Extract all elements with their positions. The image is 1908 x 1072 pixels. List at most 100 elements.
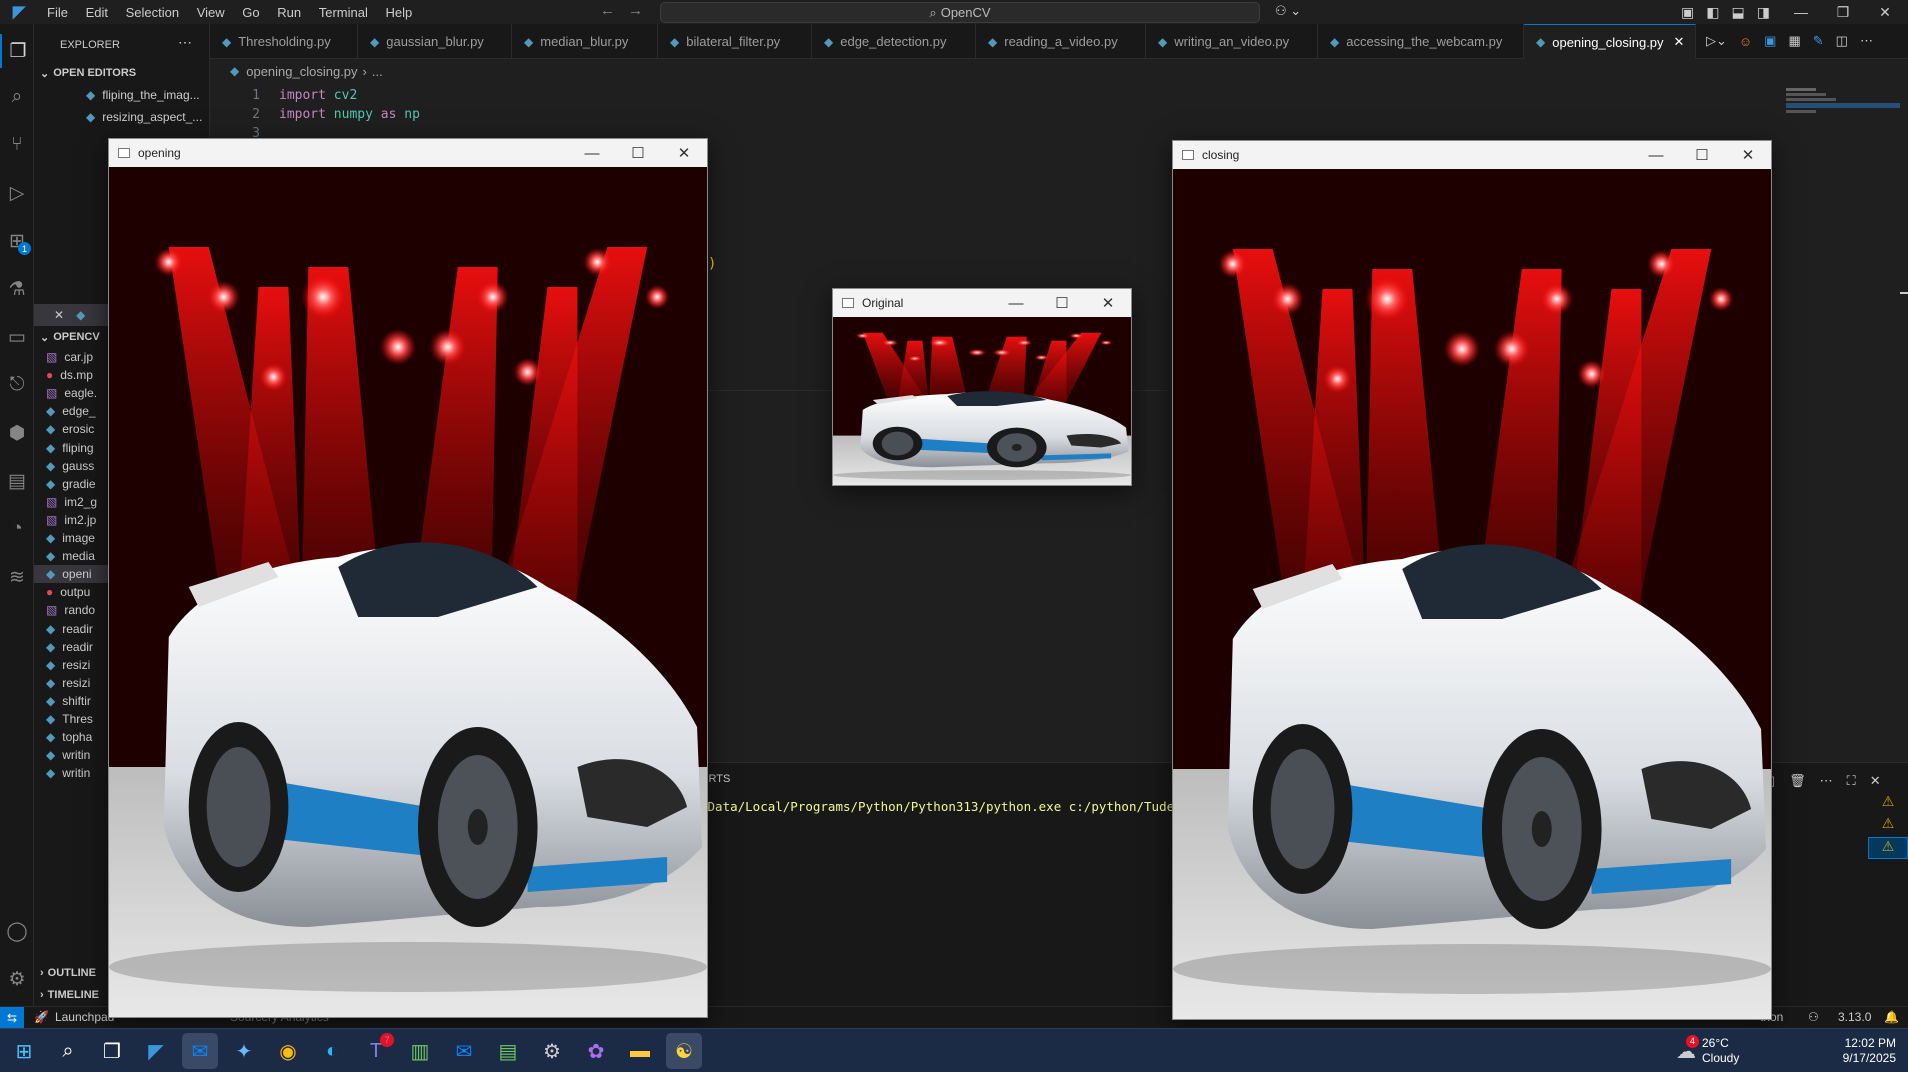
- sourcery-icon[interactable]: ☺: [1739, 34, 1752, 49]
- timeline-icon[interactable]: ◔: [0, 512, 34, 546]
- tab-median-blur[interactable]: ◆ median_blur.py: [512, 24, 658, 59]
- tab-accessing-the-webcam[interactable]: ◆ accessing_the_webcam.py: [1318, 24, 1524, 59]
- clock[interactable]: 12:02 PM 9/17/2025: [1810, 1036, 1896, 1066]
- extensions-icon[interactable]: ⊞ 1: [0, 224, 34, 258]
- panel-toggle-icon[interactable]: ⬓: [1731, 4, 1744, 21]
- source-control-icon[interactable]: ⑂: [0, 128, 34, 162]
- folder-icon[interactable]: ▭: [0, 320, 34, 354]
- copilot-taskbar-icon[interactable]: ✦: [226, 1033, 262, 1069]
- layers-icon[interactable]: ≋: [0, 560, 34, 594]
- breadcrumb-file[interactable]: opening_closing.py: [246, 64, 357, 79]
- close-editor-icon[interactable]: ✕: [54, 308, 64, 322]
- vscode-taskbar-icon[interactable]: ◤: [138, 1033, 174, 1069]
- launchpad-item[interactable]: 🚀 Launchpad: [34, 1010, 114, 1024]
- warning-icon[interactable]: ⚠: [1868, 815, 1908, 837]
- restore-icon[interactable]: ❐: [1822, 4, 1864, 21]
- tab-reading-a-video[interactable]: ◆ reading_a_video.py: [976, 24, 1146, 59]
- start-windows-icon[interactable]: ⊞: [6, 1033, 42, 1069]
- python-version[interactable]: 3.13.0: [1838, 1010, 1871, 1024]
- list-item[interactable]: ◆ fliping_the_imag...: [34, 84, 210, 106]
- account-icon[interactable]: ◯: [0, 914, 34, 948]
- warning-icon[interactable]: ⚠: [1868, 793, 1908, 815]
- notifications-icon[interactable]: 🔔: [1884, 1010, 1899, 1024]
- testing-icon[interactable]: ⚗: [0, 272, 34, 306]
- remote-desktop-icon[interactable]: ▤: [490, 1033, 526, 1069]
- code-line-1[interactable]: import cv2: [279, 86, 420, 105]
- layout-toggle-icon[interactable]: ▣: [1681, 4, 1694, 21]
- code-lines[interactable]: import cv2 import numpy as np: [279, 86, 420, 124]
- close-icon[interactable]: ✕: [1864, 4, 1906, 21]
- explorer-icon[interactable]: ❐: [0, 34, 34, 68]
- remote-icon[interactable]: ⇆: [0, 1007, 24, 1028]
- secondary-sidebar-toggle-icon[interactable]: ◨: [1757, 4, 1770, 21]
- code-line-2[interactable]: import numpy as np: [279, 105, 420, 124]
- file-explorer-icon[interactable]: ▬: [622, 1033, 658, 1069]
- menu-edit[interactable]: Edit: [86, 5, 108, 20]
- list-item[interactable]: ◆ resizing_aspect_...: [34, 106, 210, 128]
- tab-gaussian-blur[interactable]: ◆ gaussian_blur.py: [358, 24, 512, 59]
- minimize-icon[interactable]: —: [569, 145, 615, 162]
- settings-gear-icon[interactable]: ⚙: [0, 962, 34, 996]
- menu-go[interactable]: Go: [242, 5, 259, 20]
- opening-window[interactable]: opening — ☐ ✕: [108, 138, 708, 1018]
- breadcrumb-symbol[interactable]: ...: [372, 64, 383, 79]
- command-center-search[interactable]: ⌕ OpenCV: [660, 2, 1260, 23]
- chrome-icon[interactable]: ◉: [270, 1033, 306, 1069]
- minimap[interactable]: [1786, 86, 1900, 120]
- tab-writing-an-video[interactable]: ◆ writing_an_video.py: [1146, 24, 1318, 59]
- minimize-icon[interactable]: —: [1633, 147, 1679, 164]
- preview-icon[interactable]: ▣: [1764, 33, 1776, 49]
- run-file-icon[interactable]: ▷⌄: [1706, 33, 1727, 49]
- close-icon[interactable]: ✕: [1725, 146, 1771, 164]
- search-icon[interactable]: ⌕: [0, 80, 34, 114]
- task-view-icon[interactable]: ❐: [94, 1033, 130, 1069]
- outlook-icon[interactable]: ✉: [446, 1033, 482, 1069]
- nav-forward-icon[interactable]: →: [628, 2, 643, 19]
- original-window[interactable]: Original — ☐ ✕: [832, 288, 1132, 486]
- menu-view[interactable]: View: [197, 5, 225, 20]
- minimize-icon[interactable]: —: [1780, 4, 1822, 20]
- menu-terminal[interactable]: Terminal: [319, 5, 368, 20]
- notepad-icon[interactable]: ▥: [402, 1033, 438, 1069]
- search-icon[interactable]: ⌕: [50, 1033, 86, 1069]
- nav-back-icon[interactable]: ←: [600, 2, 615, 19]
- teams-icon[interactable]: T7: [358, 1033, 394, 1069]
- menu-selection[interactable]: Selection: [126, 5, 179, 20]
- more-actions-icon[interactable]: ⋯: [1860, 33, 1873, 49]
- close-panel-icon[interactable]: ✕: [1870, 773, 1881, 789]
- edge-icon[interactable]: ◐: [314, 1033, 350, 1069]
- tab-bilateral-filter[interactable]: ◆ bilateral_filter.py: [658, 24, 812, 59]
- pen-icon[interactable]: ✎: [1813, 33, 1824, 49]
- sidebar-toggle-icon[interactable]: ◧: [1706, 4, 1719, 21]
- python-taskbar-icon[interactable]: ☯: [666, 1033, 702, 1069]
- open-panel-icon[interactable]: ▦: [1788, 33, 1800, 49]
- closing-window[interactable]: closing — ☐ ✕: [1172, 140, 1772, 1020]
- copilot-icon[interactable]: ⚇ ⌄: [1275, 3, 1301, 19]
- m365-icon[interactable]: ✿: [578, 1033, 614, 1069]
- more-actions-icon[interactable]: ⋯: [1820, 773, 1833, 789]
- menu-file[interactable]: File: [47, 5, 68, 20]
- weather-widget[interactable]: ☁ 4 26°C Cloudy: [1676, 1034, 1739, 1066]
- maximize-icon[interactable]: ☐: [1679, 146, 1725, 164]
- menu-run[interactable]: Run: [277, 5, 301, 20]
- split-editor-icon[interactable]: ◫: [1836, 33, 1848, 49]
- hexagon-icon[interactable]: ⬢: [0, 416, 34, 450]
- close-icon[interactable]: ✕: [1085, 294, 1131, 312]
- menu-help[interactable]: Help: [386, 5, 413, 20]
- copilot-status-icon[interactable]: ⚇: [1808, 1010, 1819, 1024]
- outlook-taskbar-icon[interactable]: ✉: [182, 1033, 218, 1069]
- maximize-icon[interactable]: ☐: [1039, 294, 1085, 312]
- open-editors-section[interactable]: ⌄ OPEN EDITORS: [34, 62, 210, 84]
- settings-icon[interactable]: ⚙: [534, 1033, 570, 1069]
- tab-edge-detection[interactable]: ◆ edge_detection.py: [812, 24, 976, 59]
- minimize-icon[interactable]: —: [993, 295, 1039, 312]
- run-debug-icon[interactable]: ▷: [0, 176, 34, 210]
- trash-icon[interactable]: 🗑: [1789, 773, 1806, 789]
- maximize-panel-icon[interactable]: ⛶: [1847, 773, 1856, 789]
- close-tab-icon[interactable]: ✕: [1674, 34, 1685, 50]
- warning-icon[interactable]: ⚠: [1868, 837, 1908, 859]
- tab-thresholding[interactable]: ◆ Thresholding.py: [210, 24, 358, 59]
- close-icon[interactable]: ✕: [661, 144, 707, 162]
- more-actions-icon[interactable]: ⋯: [178, 34, 192, 51]
- tab-opening-closing[interactable]: ◆ opening_closing.py ✕: [1524, 24, 1696, 59]
